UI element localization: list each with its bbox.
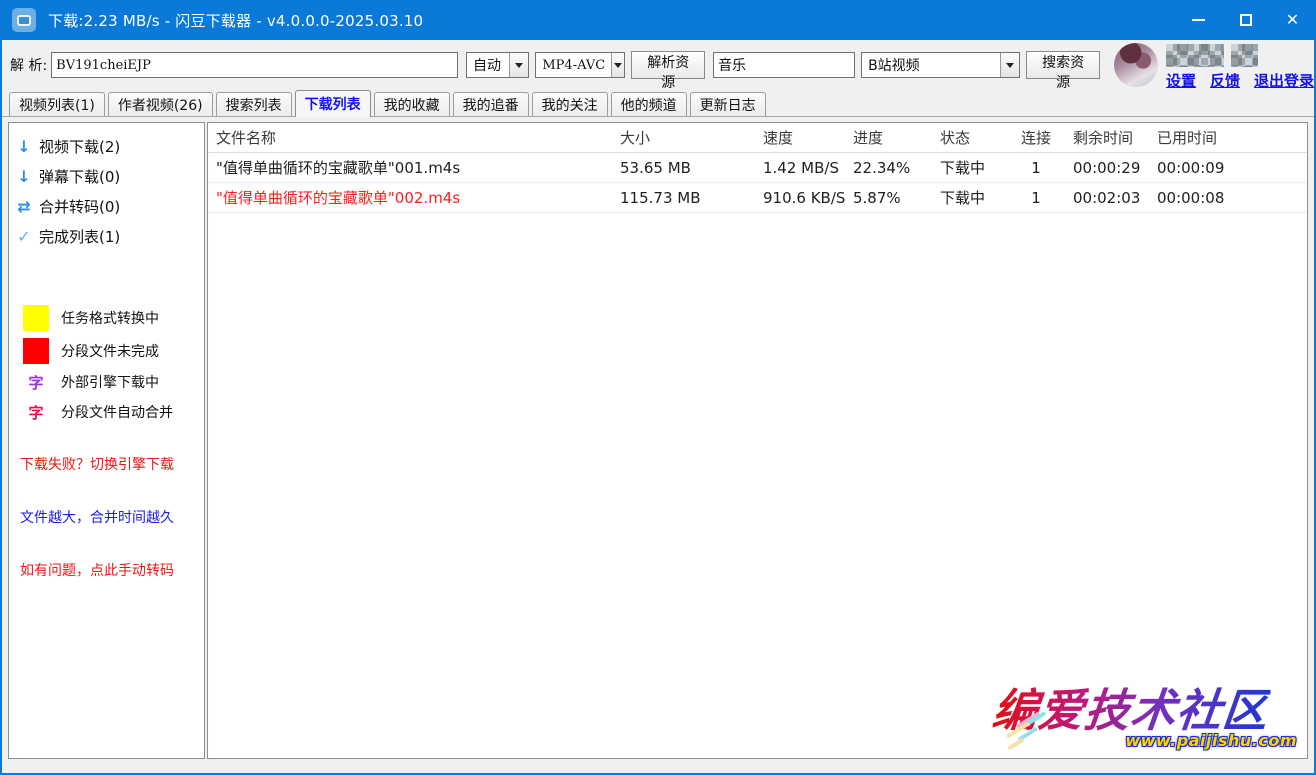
chevron-down-icon [1000,53,1019,77]
yellow-swatch [23,305,49,331]
tab-video-list[interactable]: 视频列表(1) [9,92,105,116]
tab-his-channel[interactable]: 他的频道 [611,92,687,116]
maximize-button[interactable] [1222,0,1269,40]
app-icon [12,8,36,32]
cell-remaining: 00:00:29 [1060,159,1150,177]
sidebar-item-merge-transcode[interactable]: ⇄ 合并转码(0) [9,191,204,221]
close-button[interactable]: ✕ [1269,0,1316,40]
cell-remaining: 00:02:03 [1060,189,1150,207]
sidebar-item-label: 完成列表(1) [39,226,120,247]
note-switch-engine[interactable]: 下载失败？切换引擎下载 [9,454,204,474]
swap-arrows-icon: ⇄ [9,197,39,216]
sidebar-item-label: 视频下载(2) [39,136,120,157]
col-remaining[interactable]: 剩余时间 [1060,127,1150,148]
check-icon: ✓ [9,227,39,246]
title-bar: 下载:2.23 MB/s - 闪豆下载器 - v4.0.0.0-2025.03.… [0,0,1316,40]
cell-filename: "值得单曲循环的宝藏歌单"002.m4s [208,187,620,208]
download-arrow-icon: ↓ [9,137,39,156]
username-censored [1166,44,1314,67]
status-legend: 任务格式转换中 分段文件未完成 字 外部引擎下载中 字 分段文件自动合并 [9,301,204,427]
tab-my-bangumi[interactable]: 我的追番 [453,92,529,116]
app-window: 下载:2.23 MB/s - 闪豆下载器 - v4.0.0.0-2025.03.… [0,0,1316,775]
sidebar: ↓ 视频下载(2) ↓ 弹幕下载(0) ⇄ 合并转码(0) ✓ 完成列表(1) [8,122,205,759]
sidebar-item-danmaku-download[interactable]: ↓ 弹幕下载(0) [9,161,204,191]
logout-link[interactable]: 退出登录 [1254,70,1314,91]
col-status[interactable]: 状态 [940,127,1012,148]
legend-converting: 任务格式转换中 [9,301,204,334]
table-header: 文件名称 大小 速度 进度 状态 连接 剩余时间 已用时间 [208,123,1307,153]
download-table-panel: 文件名称 大小 速度 进度 状态 连接 剩余时间 已用时间 "值得单曲循环的宝藏… [207,122,1308,759]
table-row[interactable]: "值得单曲循环的宝藏歌单"002.m4s 115.73 MB 910.6 KB/… [208,183,1307,213]
cell-status: 下载中 [940,187,1012,208]
tab-strip: 视频列表(1) 作者视频(26) 搜索列表 下载列表 我的收藏 我的追番 我的关… [2,90,1314,117]
cell-progress: 22.34% [853,159,940,177]
cell-elapsed: 00:00:09 [1150,159,1240,177]
note-merge-time: 文件越大，合并时间越久 [9,507,204,527]
cell-filename: "值得单曲循环的宝藏歌单"001.m4s [208,157,620,178]
window-title: 下载:2.23 MB/s - 闪豆下载器 - v4.0.0.0-2025.03.… [48,10,423,31]
cell-connections: 1 [1012,159,1060,177]
watermark-streaks-icon [1001,716,1061,756]
tab-download-list[interactable]: 下载列表 [295,90,371,117]
cell-progress: 5.87% [853,189,940,207]
maximize-icon [1240,14,1252,26]
cell-speed: 910.6 KB/S [763,189,853,207]
watermark: 编爱技术社区 www.paijishu.com [993,674,1299,742]
tab-my-favorites[interactable]: 我的收藏 [374,92,450,116]
col-connections[interactable]: 连接 [1012,127,1060,148]
sidebar-item-label: 合并转码(0) [39,196,120,217]
crimson-char-icon: 字 [23,402,49,423]
tab-search-list[interactable]: 搜索列表 [216,92,292,116]
site-select[interactable]: B站视频 [861,52,1020,78]
sidebar-item-video-download[interactable]: ↓ 视频下载(2) [9,131,204,161]
tab-update-log[interactable]: 更新日志 [690,92,766,116]
cell-speed: 1.42 MB/S [763,159,853,177]
watermark-text: 编爱技术社区 [990,674,1273,739]
settings-link[interactable]: 设置 [1166,70,1196,91]
legend-segment-incomplete: 分段文件未完成 [9,334,204,367]
col-speed[interactable]: 速度 [763,127,853,148]
tab-author-videos[interactable]: 作者视频(26) [108,92,213,116]
cell-status: 下载中 [940,157,1012,178]
tab-my-follows[interactable]: 我的关注 [532,92,608,116]
parse-resource-button[interactable]: 解析资源 [631,51,705,79]
close-icon: ✕ [1286,12,1299,28]
download-arrow-icon: ↓ [9,167,39,186]
search-resource-button[interactable]: 搜索资源 [1026,51,1100,79]
parse-label: 解 析: [10,55,47,75]
sidebar-item-completed-list[interactable]: ✓ 完成列表(1) [9,221,204,251]
feedback-link[interactable]: 反馈 [1210,70,1240,91]
minimize-icon [1192,19,1205,21]
chevron-down-icon [509,53,528,77]
watermark-url: www.paijishu.com [1125,731,1297,750]
minimize-button[interactable] [1175,0,1222,40]
col-progress[interactable]: 进度 [853,127,940,148]
cell-elapsed: 00:00:08 [1150,189,1240,207]
toolbar: 解 析: 自动 MP4-AVC 解析资源 B站视频 搜索资源 设置 反馈 退出登… [2,40,1314,90]
keyword-input[interactable] [713,52,855,78]
cell-size: 115.73 MB [620,189,763,207]
chevron-down-icon [611,53,624,77]
table-row[interactable]: "值得单曲循环的宝藏歌单"001.m4s 53.65 MB 1.42 MB/S … [208,153,1307,183]
format-select[interactable]: MP4-AVC [535,52,625,78]
purple-char-icon: 字 [23,372,49,393]
legend-auto-merge: 字 分段文件自动合并 [9,397,204,427]
note-manual-transcode[interactable]: 如有问题，点此手动转码 [9,560,204,580]
col-filename[interactable]: 文件名称 [208,127,620,148]
auto-select[interactable]: 自动 [466,52,529,78]
cell-size: 53.65 MB [620,159,763,177]
sidebar-item-label: 弹幕下载(0) [39,166,120,187]
content-area: ↓ 视频下载(2) ↓ 弹幕下载(0) ⇄ 合并转码(0) ✓ 完成列表(1) [2,117,1314,773]
cell-connections: 1 [1012,189,1060,207]
red-swatch [23,338,49,364]
col-elapsed[interactable]: 已用时间 [1150,127,1240,148]
col-size[interactable]: 大小 [620,127,763,148]
user-avatar[interactable] [1114,43,1158,87]
legend-external-engine: 字 外部引擎下载中 [9,367,204,397]
parse-input[interactable] [51,52,458,78]
